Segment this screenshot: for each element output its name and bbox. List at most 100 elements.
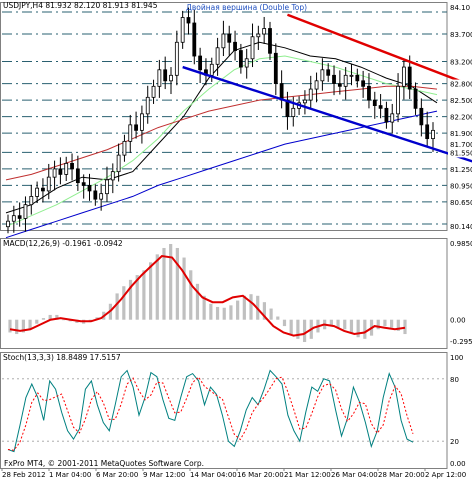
candle-body [273, 52, 278, 84]
candle-body [192, 22, 197, 57]
candle-body [70, 162, 74, 170]
moving-average-line [5, 110, 438, 239]
candle-body [343, 74, 348, 87]
pattern-annotation: Двойная вершина (Double Top) [186, 3, 307, 12]
candle-body [372, 99, 377, 106]
macd-histogram-bar [349, 319, 354, 333]
x-axis-label: 14 Mar 04:00 [190, 471, 237, 479]
candle-body [419, 107, 424, 126]
price-axis-label: 82.800 [450, 81, 472, 89]
macd-histogram-bar [41, 318, 46, 320]
macd-histogram-bar [182, 257, 186, 320]
macd-axis-label: 0.00 [450, 317, 466, 325]
candle-body [145, 96, 150, 115]
x-axis-label: 28 Mar 20:00 [378, 471, 425, 479]
macd-histogram-bar [209, 303, 213, 320]
candle-body [11, 215, 16, 222]
price-axis-label: 80.950 [450, 182, 472, 190]
candle-body [140, 113, 144, 131]
candle-body [215, 47, 220, 65]
macd-histogram-bar [8, 319, 12, 333]
stoch-title: Stoch(13,3,3) 18.8489 17.5157 [3, 353, 121, 362]
copyright-text: FxPro MT4, © 2001-2011 MetaQuotes Softwa… [4, 459, 204, 468]
candle-body [99, 193, 104, 200]
lower-trendline [182, 65, 472, 163]
macd-histogram-bar [363, 319, 367, 339]
pane-frame [0, 352, 448, 469]
candle-body [198, 55, 203, 71]
candle-body [81, 182, 86, 186]
macd-histogram-bar [148, 262, 153, 320]
candle-body [174, 41, 179, 76]
macd-title: MACD(12,26,9) -0.1961 -0.0942 [3, 239, 123, 248]
macd-histogram-bar [242, 295, 246, 320]
macd-histogram-bar [289, 319, 293, 335]
macd-histogram-bar [269, 308, 273, 320]
candle-body [110, 171, 115, 181]
macd-histogram-bar [189, 270, 193, 320]
macd-histogram-bar [249, 294, 253, 320]
macd-histogram-bar [169, 244, 173, 320]
chart-title: USDJPY,H4 81.932 82.120 81.913 81.945 [3, 1, 158, 10]
price-axis-label: 82.500 [450, 97, 472, 105]
candle-body [23, 204, 28, 219]
candle-body [401, 66, 406, 87]
candle-body [361, 80, 366, 87]
candle-body [122, 140, 127, 156]
candle-body [396, 85, 400, 115]
candle-body [157, 69, 162, 87]
candle-body [337, 83, 342, 87]
price-axis-label: 81.250 [450, 166, 472, 174]
macd-histogram-bar [390, 319, 394, 328]
candle-body [238, 50, 243, 68]
candle-body [105, 179, 109, 195]
chart-canvas: USDJPY,H4 81.932 82.120 81.913 81.945 Дв… [0, 1, 472, 479]
candle-body [268, 28, 272, 54]
candle-body [17, 215, 22, 219]
candle-body [407, 66, 412, 90]
macd-histogram-bar [61, 319, 66, 321]
stoch-axis-label: 80 [450, 376, 459, 384]
macd-histogram-bar [383, 319, 387, 327]
candle-body [169, 74, 173, 82]
candle-body [186, 17, 191, 24]
candle-body [425, 124, 430, 140]
candle-body [303, 99, 307, 104]
macd-histogram-bar [215, 306, 220, 320]
candle-body [390, 113, 395, 123]
macd-histogram-bar [175, 247, 179, 320]
x-axis-label: 9 Mar 12:00 [143, 471, 185, 479]
candle-body [209, 63, 214, 76]
candle-body [314, 80, 319, 90]
candle-body [384, 107, 389, 123]
candle-body [378, 105, 383, 109]
candle-body [262, 28, 267, 35]
macd-histogram-bar [343, 319, 347, 330]
stoch-axis-label: 20 [450, 438, 459, 446]
candle-body [367, 85, 371, 101]
candle-body [227, 33, 232, 43]
price-axis-label: 83.200 [450, 59, 472, 67]
candle-body [279, 83, 284, 101]
price-axis-label: 84.10 [450, 4, 470, 12]
stoch-main-line [7, 369, 414, 453]
x-axis-label: 2 Apr 12:00 [425, 471, 466, 479]
candle-body [431, 129, 435, 140]
macd-histogram-bar [142, 270, 146, 320]
macd-histogram-bar [155, 254, 159, 320]
candle-body [326, 69, 331, 76]
x-axis-label: 28 Feb 2012 [2, 471, 46, 479]
macd-histogram-bar [302, 319, 307, 343]
candle-body [163, 69, 168, 82]
candle-body [355, 74, 360, 82]
candle-body [46, 176, 51, 192]
candle-body [233, 41, 237, 51]
price-axis-label: 81.550 [450, 149, 472, 157]
macd-histogram-bar [35, 319, 39, 324]
price-axis-label: 80.650 [450, 199, 472, 207]
x-axis-label: 16 Mar 20:00 [237, 471, 284, 479]
candle-body [93, 190, 98, 200]
candle-body [41, 187, 45, 192]
candle-body [58, 168, 63, 175]
macd-histogram-bar [122, 286, 126, 320]
